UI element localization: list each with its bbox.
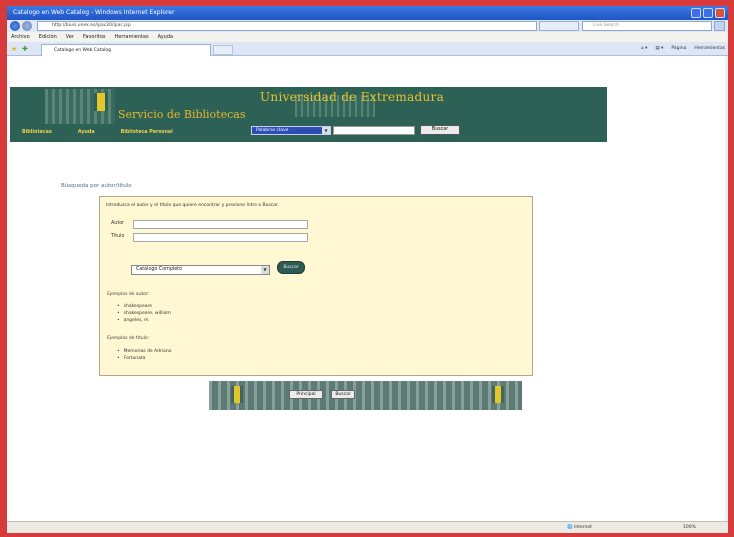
title-examples-list: Memorias de Adriano Fortunata — [117, 348, 172, 362]
status-bar: 🌐 Internet 100% — [7, 521, 728, 533]
minimize-icon[interactable] — [691, 8, 701, 18]
security-zone: 🌐 Internet — [567, 525, 592, 530]
menu-bar: Archivo Edición Ver Favoritos Herramient… — [7, 32, 728, 42]
maximize-icon[interactable] — [703, 8, 713, 18]
banner-title: Universidad de Extremadura — [260, 90, 445, 104]
nav-ayuda[interactable]: Ayuda — [78, 130, 95, 135]
footer-banner: Principal Buscar — [209, 381, 522, 410]
author-label: Autor — [111, 221, 125, 226]
menu-herramientas[interactable]: Herramientas — [115, 32, 149, 42]
menu-favoritos[interactable]: Favoritos — [83, 32, 106, 42]
university-logo — [231, 386, 243, 403]
form-instructions: Introduzca el autor y el título que quie… — [106, 203, 279, 208]
university-logo — [492, 386, 504, 403]
author-examples-heading: Ejemplos de autor: — [107, 292, 150, 297]
live-search-input[interactable]: Live Search — [582, 21, 712, 31]
search-form-panel: Introduzca el autor y el título que quie… — [99, 196, 533, 376]
author-examples-list: shakespeare shakespeare, william angeles… — [117, 303, 171, 324]
list-item: shakespeare, william — [117, 310, 171, 317]
address-bar-row: http://biusi.unex.es/ipac20/ipac.jsp Liv… — [7, 20, 728, 32]
university-logo — [94, 93, 108, 111]
list-item: Fortunata — [117, 355, 171, 362]
footer-image — [209, 381, 522, 410]
home-icon[interactable]: ⌂ ▾ — [641, 44, 648, 54]
catalog-select[interactable]: Catálogo Completo ▼ — [131, 265, 270, 275]
tab-catalogo[interactable]: Catalogo en Web Catalog — [41, 44, 211, 56]
quick-search-button[interactable]: Buscar — [420, 125, 460, 135]
quick-search-input[interactable] — [333, 126, 415, 135]
browser-window: Catalogo en Web Catalog - Windows Intern… — [7, 6, 728, 533]
catalog-select-value: Catálogo Completo — [136, 267, 182, 272]
library-banner: Universidad de Extremadura Servicio de B… — [10, 87, 607, 142]
address-input[interactable]: http://biusi.unex.es/ipac20/ipac.jsp — [37, 21, 537, 31]
chevron-down-icon: ▼ — [322, 127, 330, 134]
forward-button[interactable] — [22, 21, 32, 31]
search-icon[interactable] — [714, 21, 725, 31]
nav-bibliotecas[interactable]: Bibliotecas — [22, 130, 52, 135]
footer-search-button[interactable]: Buscar — [331, 390, 355, 399]
banner-subtitle: Servicio de Bibliotecas — [118, 108, 246, 121]
page-title: Búsqueda por autor/título — [61, 183, 132, 189]
banner-nav: Bibliotecas Ayuda Biblioteca Personal — [22, 130, 173, 135]
new-tab-button[interactable] — [213, 45, 233, 55]
close-icon[interactable] — [715, 8, 725, 18]
print-icon[interactable]: ▤ ▾ — [655, 44, 663, 54]
favorites-star-icon[interactable]: ★ — [11, 45, 17, 53]
menu-archivo[interactable]: Archivo — [11, 32, 30, 42]
command-bar: ⌂ ▾ ▤ ▾ Página Herramientas — [641, 44, 725, 54]
chevron-down-icon: ▼ — [261, 266, 269, 274]
refresh-stop-icons[interactable] — [539, 21, 579, 31]
menu-ayuda[interactable]: Ayuda — [158, 32, 173, 42]
zoom-level[interactable]: 100% — [683, 522, 696, 533]
title-field[interactable] — [133, 233, 308, 242]
list-item: angeles, m — [117, 317, 171, 324]
page-content: Universidad de Extremadura Servicio de B… — [7, 56, 725, 521]
zone-label: Internet — [574, 525, 592, 530]
window-controls — [691, 8, 725, 18]
menu-ver[interactable]: Ver — [66, 32, 74, 42]
search-button[interactable]: Buscar — [277, 261, 305, 274]
page-menu[interactable]: Página — [671, 44, 686, 54]
title-examples-heading: Ejemplos de título: — [107, 336, 150, 341]
add-favorite-icon[interactable]: ✚ — [22, 45, 28, 53]
menu-edicion[interactable]: Edición — [39, 32, 57, 42]
list-item: shakespeare — [117, 303, 171, 310]
home-button[interactable]: Principal — [289, 390, 323, 399]
quick-search-select[interactable]: Palabras clave ▼ — [251, 126, 331, 135]
vertical-scrollbar[interactable] — [725, 56, 728, 521]
quick-search-select-value: Palabras clave — [256, 128, 289, 133]
tab-bar: ★ ✚ Catalogo en Web Catalog ⌂ ▾ ▤ ▾ Pági… — [7, 42, 728, 56]
window-title-bar: Catalogo en Web Catalog - Windows Intern… — [7, 6, 728, 20]
nav-biblioteca-personal[interactable]: Biblioteca Personal — [121, 130, 173, 135]
back-button[interactable] — [10, 21, 20, 31]
tools-menu[interactable]: Herramientas — [694, 44, 725, 54]
window-title: Catalogo en Web Catalog - Windows Intern… — [13, 9, 175, 16]
author-field[interactable] — [133, 220, 308, 229]
list-item: Memorias de Adriano — [117, 348, 172, 355]
title-label: Título — [111, 234, 125, 239]
